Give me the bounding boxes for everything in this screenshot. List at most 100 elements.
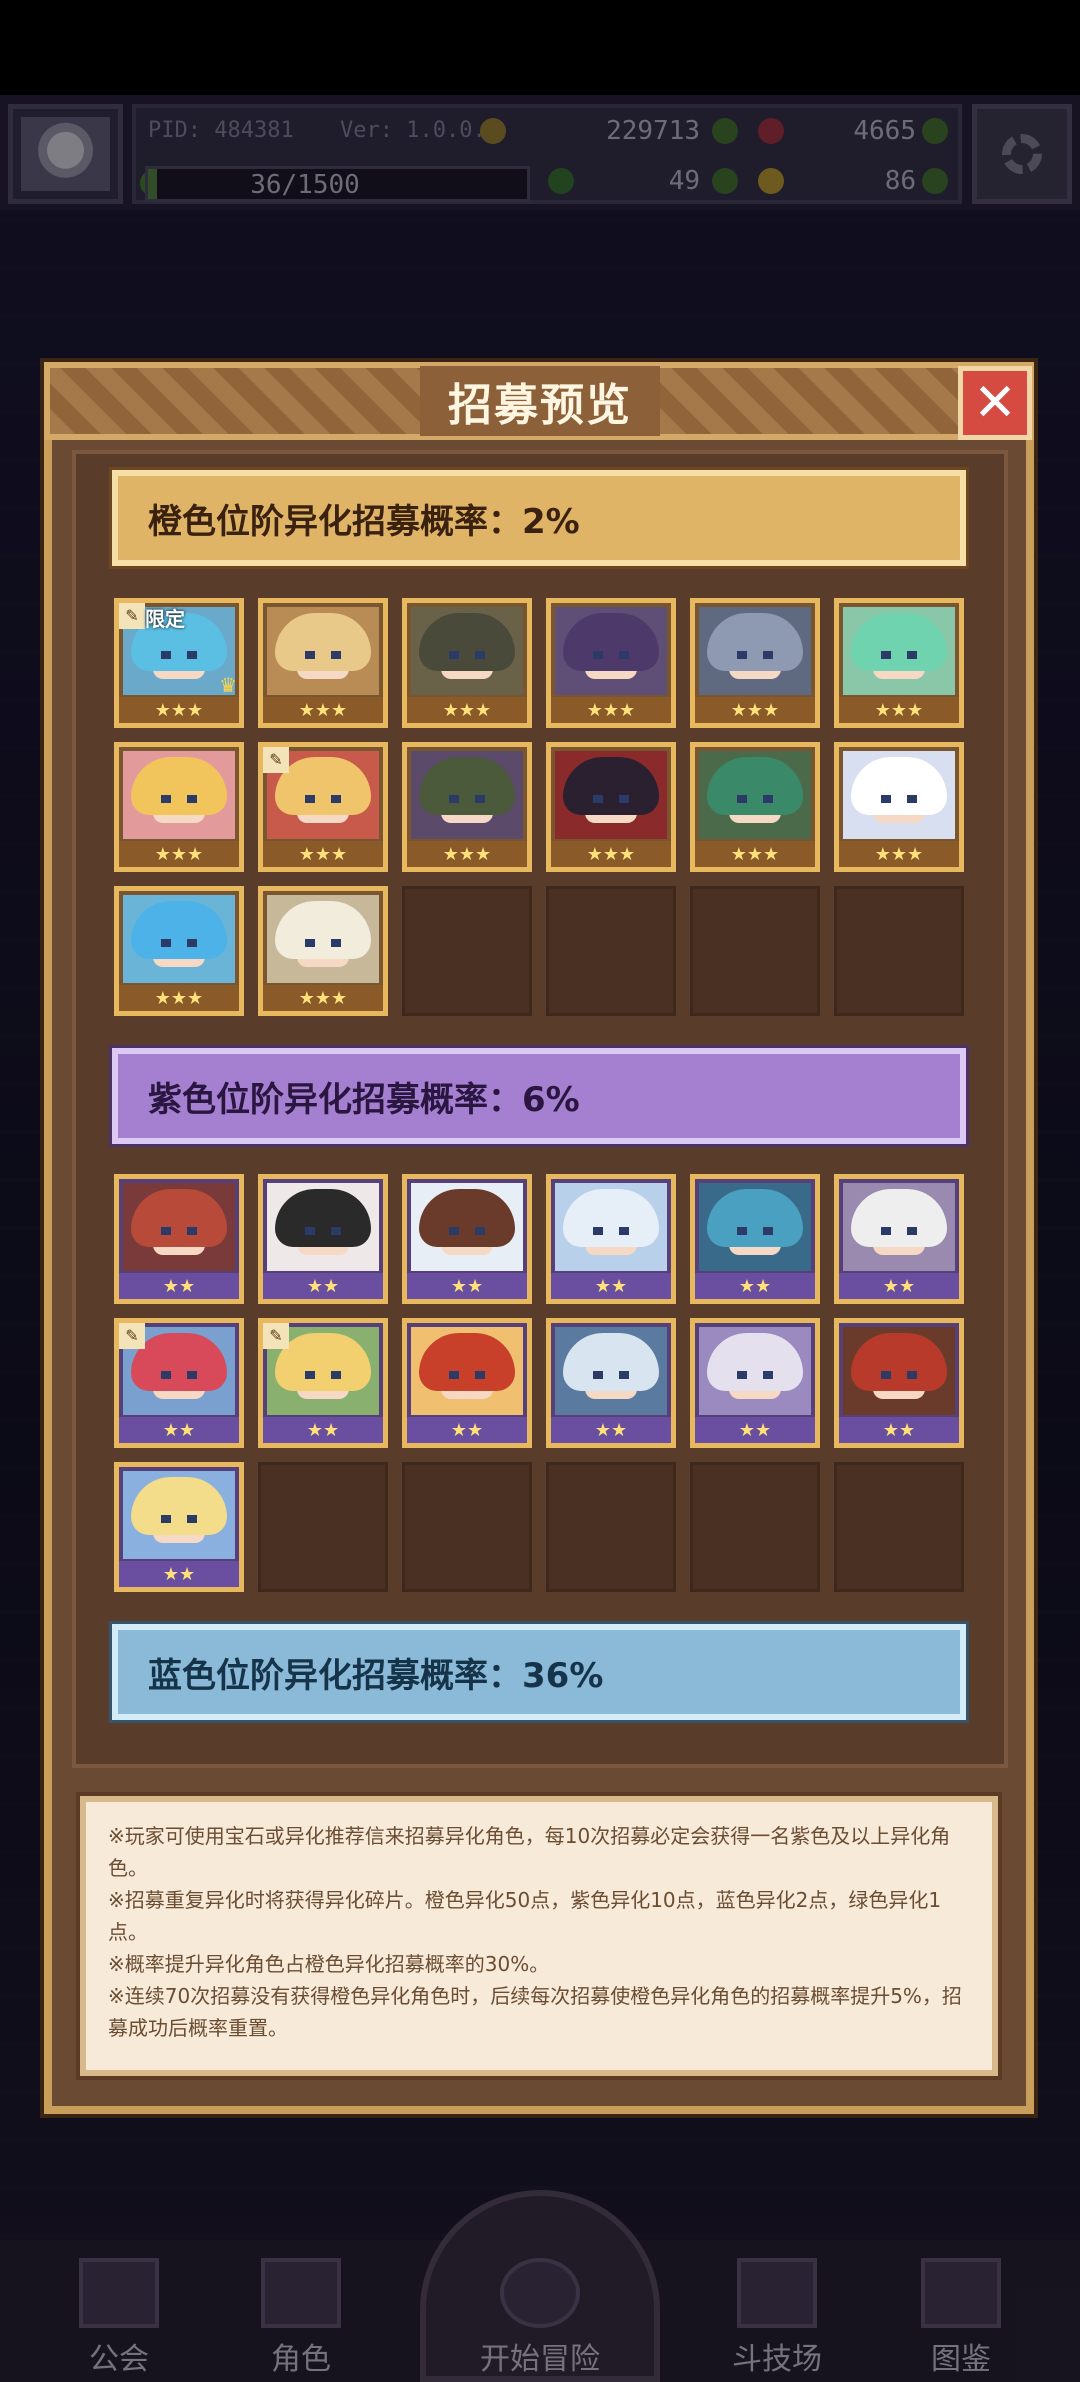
star-rating: ★★ bbox=[119, 1561, 239, 1587]
orange-character-card[interactable]: ★★★ bbox=[258, 886, 388, 1016]
tier-orange-bar: 橙色位阶异化招募概率：2% bbox=[112, 470, 966, 566]
star-rating: ★★★ bbox=[119, 985, 239, 1011]
portrait-eyes bbox=[449, 1371, 485, 1379]
orange-character-card[interactable]: ★★★ bbox=[546, 742, 676, 872]
character-portrait bbox=[699, 751, 811, 839]
orange-character-card[interactable]: ★★★ bbox=[114, 742, 244, 872]
status-bar bbox=[0, 0, 1080, 95]
character-portrait bbox=[555, 1327, 667, 1415]
star-rating: ★★ bbox=[263, 1417, 383, 1443]
orange-character-card[interactable]: ★★★ bbox=[258, 598, 388, 728]
portrait-eyes bbox=[305, 939, 341, 947]
character-portrait bbox=[411, 751, 523, 839]
purple-character-card[interactable]: ★★ bbox=[546, 1318, 676, 1448]
portrait-eyes bbox=[305, 651, 341, 659]
star-rating: ★★ bbox=[119, 1417, 239, 1443]
portrait-hair bbox=[851, 757, 947, 815]
purple-character-card[interactable]: ★★ bbox=[402, 1318, 532, 1448]
portrait-hair bbox=[275, 613, 371, 671]
character-portrait bbox=[555, 607, 667, 695]
portrait-eyes bbox=[593, 1371, 629, 1379]
portrait-eyes bbox=[161, 1227, 197, 1235]
portrait-eyes bbox=[593, 651, 629, 659]
pencil-icon: ✎ bbox=[263, 747, 289, 773]
star-rating: ★★★ bbox=[263, 841, 383, 867]
character-portrait bbox=[123, 1183, 235, 1271]
star-rating: ★★ bbox=[263, 1273, 383, 1299]
star-rating: ★★★ bbox=[119, 841, 239, 867]
limited-badge: 限定 bbox=[145, 607, 185, 631]
character-portrait bbox=[411, 1183, 523, 1271]
close-button[interactable]: ✕ bbox=[958, 366, 1032, 440]
character-portrait bbox=[123, 1471, 235, 1559]
purple-character-grid: ★★ ★★ ★★ ★★ ★★ ★★ ✎ ★★ ✎ ★★ ★★ ★★ ★★ ★★ ★★ bbox=[114, 1174, 964, 1592]
orange-character-card[interactable]: ★★★ bbox=[114, 886, 244, 1016]
portrait-eyes bbox=[161, 651, 197, 659]
portrait-hair bbox=[419, 1189, 515, 1247]
star-rating: ★★ bbox=[839, 1417, 959, 1443]
purple-character-card[interactable]: ★★ bbox=[834, 1174, 964, 1304]
star-rating: ★★★ bbox=[263, 697, 383, 723]
star-rating: ★★ bbox=[407, 1273, 527, 1299]
portrait-hair bbox=[419, 757, 515, 815]
star-rating: ★★★ bbox=[119, 697, 239, 723]
portrait-eyes bbox=[161, 1371, 197, 1379]
orange-character-card[interactable]: ✎ 限定 ♛ ★★★ bbox=[114, 598, 244, 728]
purple-character-card[interactable]: ★★ bbox=[834, 1318, 964, 1448]
portrait-eyes bbox=[593, 795, 629, 803]
purple-character-card[interactable]: ★★ bbox=[546, 1174, 676, 1304]
purple-character-card[interactable]: ✎ ★★ bbox=[258, 1318, 388, 1448]
orange-character-card[interactable]: ✎ ★★★ bbox=[258, 742, 388, 872]
portrait-hair bbox=[275, 901, 371, 959]
character-portrait bbox=[843, 1183, 955, 1271]
portrait-hair bbox=[131, 901, 227, 959]
portrait-eyes bbox=[449, 651, 485, 659]
portrait-hair bbox=[275, 1189, 371, 1247]
empty-slot bbox=[834, 886, 964, 1016]
character-portrait bbox=[411, 607, 523, 695]
portrait-hair bbox=[707, 1333, 803, 1391]
orange-character-card[interactable]: ★★★ bbox=[690, 598, 820, 728]
portrait-hair bbox=[851, 1189, 947, 1247]
orange-character-card[interactable]: ★★★ bbox=[402, 742, 532, 872]
orange-character-card[interactable]: ★★★ bbox=[834, 742, 964, 872]
star-rating: ★★★ bbox=[407, 697, 527, 723]
portrait-eyes bbox=[305, 1371, 341, 1379]
tier-blue-bar: 蓝色位阶异化招募概率：36% bbox=[112, 1624, 966, 1720]
purple-character-card[interactable]: ★★ bbox=[690, 1318, 820, 1448]
character-portrait bbox=[699, 1327, 811, 1415]
empty-slot bbox=[690, 886, 820, 1016]
portrait-hair bbox=[563, 1333, 659, 1391]
portrait-eyes bbox=[881, 1371, 917, 1379]
purple-character-card[interactable]: ★★ bbox=[114, 1462, 244, 1592]
portrait-eyes bbox=[449, 1227, 485, 1235]
tier-orange-label: 橙色位阶异化招募概率：2% bbox=[148, 501, 580, 542]
purple-character-card[interactable]: ★★ bbox=[114, 1174, 244, 1304]
rule-note: ※概率提升异化角色占橙色异化招募概率的30%。 bbox=[108, 1952, 550, 1976]
portrait-eyes bbox=[449, 795, 485, 803]
orange-character-grid: ✎ 限定 ♛ ★★★ ★★★ ★★★ ★★★ ★★★ ★★★ ★★★ ✎ ★★★ ★★★ ★★★ ★★★ ★★… bbox=[114, 598, 964, 1016]
purple-character-card[interactable]: ★★ bbox=[402, 1174, 532, 1304]
portrait-eyes bbox=[161, 1515, 197, 1523]
star-rating: ★★ bbox=[839, 1273, 959, 1299]
star-rating: ★★★ bbox=[263, 985, 383, 1011]
star-rating: ★★ bbox=[551, 1417, 671, 1443]
star-rating: ★★ bbox=[695, 1273, 815, 1299]
orange-character-card[interactable]: ★★★ bbox=[546, 598, 676, 728]
portrait-hair bbox=[563, 1189, 659, 1247]
portrait-hair bbox=[563, 613, 659, 671]
character-portrait bbox=[267, 607, 379, 695]
star-rating: ★★ bbox=[551, 1273, 671, 1299]
star-rating: ★★★ bbox=[839, 697, 959, 723]
purple-character-card[interactable]: ★★ bbox=[258, 1174, 388, 1304]
portrait-eyes bbox=[881, 651, 917, 659]
portrait-hair bbox=[707, 613, 803, 671]
purple-character-card[interactable]: ★★ bbox=[690, 1174, 820, 1304]
purple-character-card[interactable]: ✎ ★★ bbox=[114, 1318, 244, 1448]
crown-icon: ♛ bbox=[219, 673, 237, 697]
orange-character-card[interactable]: ★★★ bbox=[402, 598, 532, 728]
orange-character-card[interactable]: ★★★ bbox=[834, 598, 964, 728]
orange-character-card[interactable]: ★★★ bbox=[690, 742, 820, 872]
tier-purple-label: 紫色位阶异化招募概率：6% bbox=[148, 1079, 580, 1120]
portrait-hair bbox=[707, 757, 803, 815]
